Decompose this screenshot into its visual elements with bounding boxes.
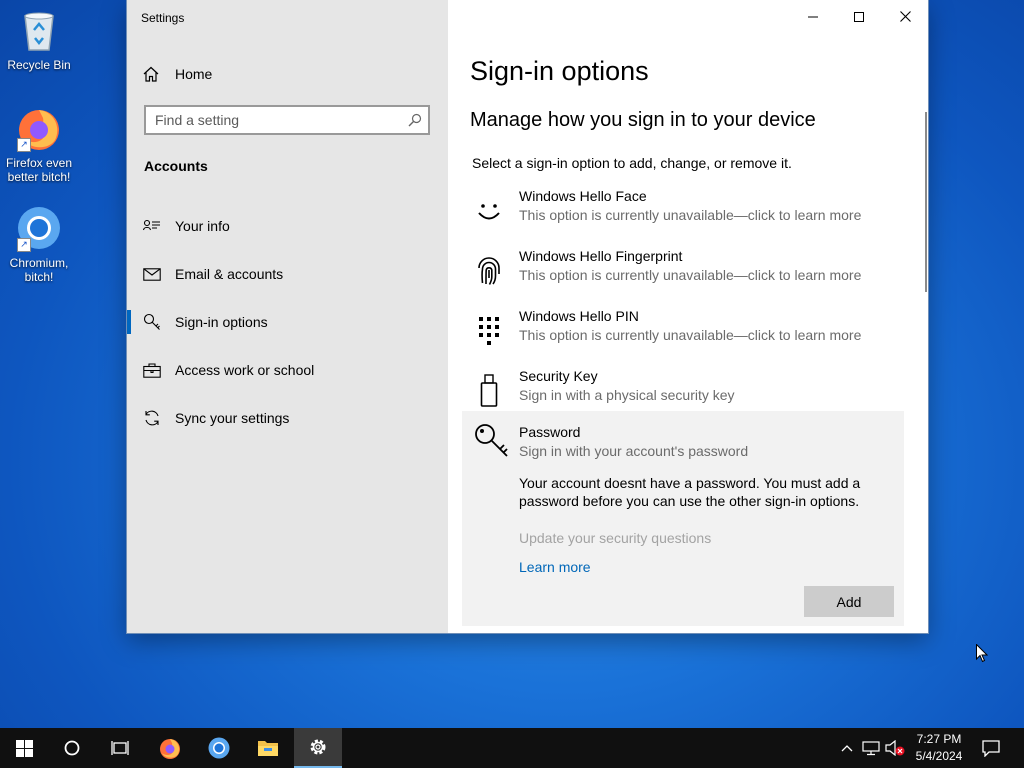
option-windows-hello-fingerprint[interactable]: Windows Hello Fingerprint This option is… bbox=[462, 244, 904, 304]
desktop-icon-recycle-bin[interactable]: Recycle Bin bbox=[1, 6, 77, 72]
page-title: Sign-in options bbox=[470, 56, 649, 86]
option-name: Windows Hello Face bbox=[519, 188, 647, 204]
option-name: Security Key bbox=[519, 368, 598, 384]
clock-date: 5/4/2024 bbox=[915, 749, 963, 763]
chevron-up-icon bbox=[841, 745, 853, 752]
scrollbar[interactable] bbox=[925, 112, 927, 292]
maximize-icon bbox=[854, 11, 864, 22]
sidebar: Settings Home Accounts Your info Email & bbox=[127, 0, 448, 633]
sidebar-item-access-work-school[interactable]: Access work or school bbox=[127, 348, 448, 392]
home-link[interactable]: Home bbox=[143, 62, 212, 86]
sidebar-item-email-accounts[interactable]: Email & accounts bbox=[127, 252, 448, 296]
main-content: Sign-in options Manage how you sign in t… bbox=[448, 0, 928, 633]
mouse-cursor-icon bbox=[976, 643, 989, 668]
taskbar-file-explorer-button[interactable] bbox=[244, 728, 292, 768]
close-icon bbox=[899, 11, 911, 22]
task-view-icon bbox=[111, 741, 129, 755]
taskbar-settings-button[interactable] bbox=[294, 728, 342, 768]
volume-button[interactable] bbox=[884, 728, 906, 768]
notification-icon bbox=[982, 739, 1000, 757]
sync-icon bbox=[143, 409, 161, 427]
pin-keypad-icon bbox=[474, 314, 504, 348]
sidebar-item-label: Access work or school bbox=[175, 362, 315, 378]
start-icon bbox=[15, 739, 33, 757]
page-description: Select a sign-in option to add, change, … bbox=[472, 155, 792, 171]
desktop-icon-label: Firefox even better bitch! bbox=[5, 156, 73, 184]
search-input[interactable] bbox=[146, 107, 405, 133]
start-button[interactable] bbox=[0, 728, 48, 768]
key-icon bbox=[143, 313, 161, 331]
option-subtext: This option is currently unavailable—cli… bbox=[519, 207, 862, 223]
option-name: Windows Hello Fingerprint bbox=[519, 248, 683, 264]
taskbar-firefox-button[interactable] bbox=[146, 728, 194, 768]
chromium-icon: ↗ bbox=[15, 204, 63, 252]
volume-muted-icon bbox=[885, 740, 905, 756]
task-view-button[interactable] bbox=[96, 728, 144, 768]
maximize-button[interactable] bbox=[836, 0, 882, 33]
desktop-icon-firefox[interactable]: ↗ Firefox even better bitch! bbox=[1, 104, 77, 184]
close-button[interactable] bbox=[882, 0, 928, 33]
option-windows-hello-pin[interactable]: Windows Hello PIN This option is current… bbox=[462, 304, 904, 364]
sidebar-item-label: Sign-in options bbox=[175, 314, 268, 330]
search-box bbox=[144, 105, 430, 135]
window-controls bbox=[790, 0, 928, 33]
security-questions-link: Update your security questions bbox=[519, 530, 712, 546]
taskbar-clock[interactable]: 7:27 PM 5/4/2024 bbox=[910, 731, 968, 765]
option-subtext: Sign in with your account's password bbox=[519, 443, 749, 459]
sidebar-item-label: Sync your settings bbox=[175, 410, 290, 426]
option-subtext: Sign in with a physical security key bbox=[519, 387, 735, 403]
sidebar-item-sign-in-options[interactable]: Sign-in options bbox=[127, 300, 448, 344]
face-icon bbox=[474, 194, 504, 228]
taskbar-chromium-button[interactable] bbox=[195, 728, 243, 768]
network-button[interactable] bbox=[860, 728, 882, 768]
search-circle-icon bbox=[64, 740, 80, 756]
minimize-icon bbox=[808, 16, 818, 17]
password-key-icon bbox=[474, 423, 510, 464]
shortcut-arrow-icon: ↗ bbox=[17, 138, 31, 152]
recycle-bin-icon bbox=[15, 6, 63, 54]
person-icon bbox=[143, 219, 161, 233]
option-windows-hello-face[interactable]: Windows Hello Face This option is curren… bbox=[462, 184, 904, 244]
option-name: Password bbox=[519, 424, 581, 440]
option-subtext: This option is currently unavailable—cli… bbox=[519, 267, 862, 283]
firefox-icon: ↗ bbox=[15, 104, 63, 152]
fingerprint-icon bbox=[474, 254, 504, 288]
clock-time: 7:27 PM bbox=[916, 732, 962, 746]
shortcut-arrow-icon: ↗ bbox=[17, 238, 31, 252]
learn-more-link[interactable]: Learn more bbox=[519, 559, 591, 575]
option-subtext: This option is currently unavailable—cli… bbox=[519, 327, 862, 343]
password-panel[interactable]: Password Sign in with your account's pas… bbox=[462, 411, 904, 626]
settings-window: Settings Home Accounts Your info Email & bbox=[127, 0, 928, 633]
briefcase-icon bbox=[143, 362, 161, 378]
section-label: Accounts bbox=[144, 158, 208, 174]
window-title: Settings bbox=[141, 11, 185, 25]
minimize-button[interactable] bbox=[790, 0, 836, 33]
mail-icon bbox=[143, 267, 161, 281]
action-center-button[interactable] bbox=[978, 728, 1004, 768]
sidebar-item-label: Your info bbox=[175, 218, 230, 234]
chromium-icon bbox=[208, 737, 230, 759]
sidebar-item-your-info[interactable]: Your info bbox=[127, 204, 448, 248]
desktop-icon-label: Chromium, bitch! bbox=[9, 256, 69, 284]
search-button[interactable] bbox=[48, 728, 96, 768]
firefox-icon bbox=[160, 739, 180, 759]
file-explorer-icon bbox=[258, 741, 278, 756]
settings-gear-icon bbox=[310, 739, 326, 755]
page-subtitle: Manage how you sign in to your device bbox=[470, 109, 816, 131]
usb-key-icon bbox=[474, 374, 504, 408]
search-icon[interactable] bbox=[408, 113, 422, 132]
password-warning-message: Your account doesnt have a password. You… bbox=[519, 475, 861, 509]
sidebar-item-label: Email & accounts bbox=[175, 266, 284, 282]
sidebar-item-sync-settings[interactable]: Sync your settings bbox=[127, 396, 448, 440]
network-icon bbox=[862, 741, 880, 756]
home-label: Home bbox=[175, 66, 213, 82]
taskbar: 7:27 PM 5/4/2024 bbox=[0, 728, 1024, 768]
add-button[interactable]: Add bbox=[804, 586, 894, 617]
desktop-icon-chromium[interactable]: ↗ Chromium, bitch! bbox=[1, 204, 77, 284]
desktop-icon-label: Recycle Bin bbox=[7, 58, 71, 72]
tray-overflow-button[interactable] bbox=[838, 728, 856, 768]
home-icon bbox=[143, 66, 161, 82]
option-name: Windows Hello PIN bbox=[519, 308, 639, 324]
